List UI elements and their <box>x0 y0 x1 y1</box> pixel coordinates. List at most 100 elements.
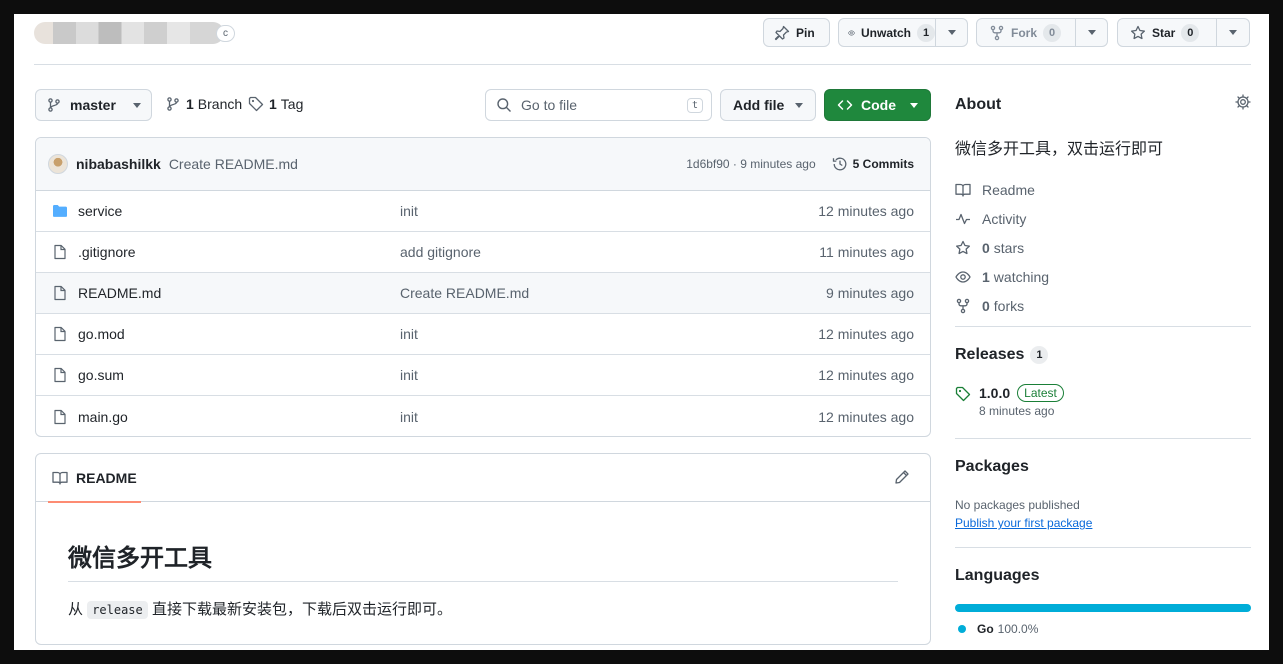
release-item[interactable]: 1.0.0 Latest 8 minutes ago <box>955 384 1064 418</box>
avatar[interactable] <box>48 154 68 174</box>
stars-link[interactable]: 0 stars <box>955 233 1251 262</box>
file-commit-time: 12 minutes ago <box>818 408 914 425</box>
code-label: Code <box>861 97 896 113</box>
file-commit-time: 11 minutes ago <box>819 244 914 260</box>
file-row[interactable]: README.md Create README.md 9 minutes ago <box>36 273 930 314</box>
history-icon <box>832 157 847 171</box>
activity-link[interactable]: Activity <box>955 204 1251 233</box>
book-icon <box>52 471 68 485</box>
readme-tab-label: README <box>76 469 137 486</box>
readme-inline-code: release <box>87 601 148 619</box>
file-row[interactable]: .gitignore add gitignore 11 minutes ago <box>36 232 930 273</box>
file-name[interactable]: go.sum <box>78 367 400 383</box>
eye-icon <box>848 30 855 35</box>
pin-action: Pin <box>763 18 830 47</box>
unwatch-button[interactable]: Unwatch 1 <box>838 18 936 47</box>
tags-count: 1 <box>269 96 277 112</box>
readme-text-suffix: 直接下载最新安装包，下载后双击运行即可。 <box>151 601 452 618</box>
go-to-file-placeholder: Go to file <box>521 97 578 113</box>
tag-icon <box>955 386 971 402</box>
star-dropdown[interactable] <box>1217 18 1250 47</box>
watch-dropdown[interactable] <box>936 18 968 47</box>
releases-header: Releases 1 <box>955 346 1049 364</box>
branches-count: 1 <box>186 96 194 112</box>
file-name[interactable]: README.md <box>78 285 400 301</box>
file-row[interactable]: main.go init 12 minutes ago <box>36 396 930 436</box>
file-row[interactable]: service init 12 minutes ago <box>36 191 930 232</box>
language-dot <box>958 625 966 633</box>
code-icon <box>837 100 853 110</box>
code-button[interactable]: Code <box>824 89 931 121</box>
add-file-button[interactable]: Add file <box>720 89 816 121</box>
releases-title[interactable]: Releases <box>955 346 1024 364</box>
tags-link[interactable]: 1 Tag <box>248 96 303 112</box>
file-commit-message[interactable]: add gitignore <box>400 244 819 260</box>
pin-button[interactable]: Pin <box>763 18 830 47</box>
caret-down-icon <box>1229 30 1237 35</box>
folder-icon <box>52 203 68 219</box>
latest-badge: Latest <box>1017 384 1064 402</box>
readme-link-label: Readme <box>982 181 1035 198</box>
commits-link[interactable]: 5 Commits <box>832 156 914 172</box>
fork-button[interactable]: Fork 0 <box>976 18 1076 47</box>
language-item[interactable]: Go 100.0% <box>958 622 1038 636</box>
branch-select-button[interactable]: master <box>35 89 152 121</box>
file-commit-message[interactable]: init <box>400 367 818 383</box>
file-commit-time: 12 minutes ago <box>818 326 914 342</box>
repo-description: 微信多开工具，双击运行即可 <box>955 141 1164 158</box>
file-icon <box>52 367 68 383</box>
readme-header: README <box>36 454 930 503</box>
file-name[interactable]: service <box>78 203 400 219</box>
readme-link[interactable]: Readme <box>955 175 1251 204</box>
file-row[interactable]: go.sum init 12 minutes ago <box>36 355 930 396</box>
go-to-file-input[interactable]: Go to file t <box>485 89 712 121</box>
star-button[interactable]: Star 0 <box>1117 18 1217 47</box>
star-label: Star <box>1152 25 1176 40</box>
releases-counter: 1 <box>1030 346 1049 364</box>
file-commit-time: 9 minutes ago <box>826 285 914 301</box>
sidebar-divider <box>955 547 1251 548</box>
file-icon <box>52 409 68 425</box>
pin-icon <box>774 25 790 40</box>
repo-page: c Pin Unwatch 1 Fork 0 Star 0 master 1 B… <box>14 14 1269 650</box>
caret-down-icon <box>910 102 918 108</box>
file-commit-message[interactable]: init <box>400 326 818 342</box>
repo-title[interactable]: c <box>34 20 240 46</box>
file-commit-time: 12 minutes ago <box>818 203 914 219</box>
packages-title[interactable]: Packages <box>955 458 1029 476</box>
readme-tab[interactable]: README <box>48 454 141 503</box>
file-name[interactable]: main.go <box>78 409 400 425</box>
file-commit-message[interactable]: init <box>400 409 818 425</box>
forks-link[interactable]: 0 forks <box>955 291 1251 320</box>
commit-message[interactable]: Create README.md <box>169 156 686 172</box>
stars-label: stars <box>993 239 1025 256</box>
file-name[interactable]: go.mod <box>78 326 400 342</box>
tags-label: Tag <box>280 96 304 112</box>
file-row[interactable]: go.mod init 12 minutes ago <box>36 314 930 355</box>
book-icon <box>955 183 971 197</box>
fork-group: Fork 0 <box>976 18 1108 47</box>
eye-icon <box>955 270 971 283</box>
file-name[interactable]: .gitignore <box>78 244 400 260</box>
watching-link[interactable]: 1 watching <box>955 262 1251 291</box>
tag-icon <box>248 96 264 112</box>
header-divider <box>34 64 1251 65</box>
publish-package-link[interactable]: Publish your first package <box>955 516 1092 530</box>
commit-hash-time[interactable]: 1d6bf90 · 9 minutes ago <box>686 157 815 171</box>
release-version[interactable]: 1.0.0 <box>979 385 1010 401</box>
fork-dropdown[interactable] <box>1076 18 1108 47</box>
language-bar <box>955 604 1251 612</box>
pencil-icon[interactable] <box>894 469 910 490</box>
fork-label: Fork <box>1011 25 1038 40</box>
star-counter: 0 <box>1181 23 1200 42</box>
readme-body: 微信多开工具 从 release 直接下载最新安装包，下载后双击运行即可。 <box>36 502 930 619</box>
file-commit-message[interactable]: Create README.md <box>400 285 826 301</box>
search-icon <box>497 98 511 112</box>
shortcut-key: t <box>686 97 703 113</box>
gear-icon[interactable] <box>1235 94 1251 115</box>
commit-author[interactable]: nibabashilkk <box>76 156 161 172</box>
caret-down-icon <box>133 102 141 108</box>
latest-commit-row: nibabashilkk Create README.md 1d6bf90 · … <box>36 138 930 191</box>
file-commit-message[interactable]: init <box>400 203 818 219</box>
branches-link[interactable]: 1 Branch <box>165 96 242 112</box>
